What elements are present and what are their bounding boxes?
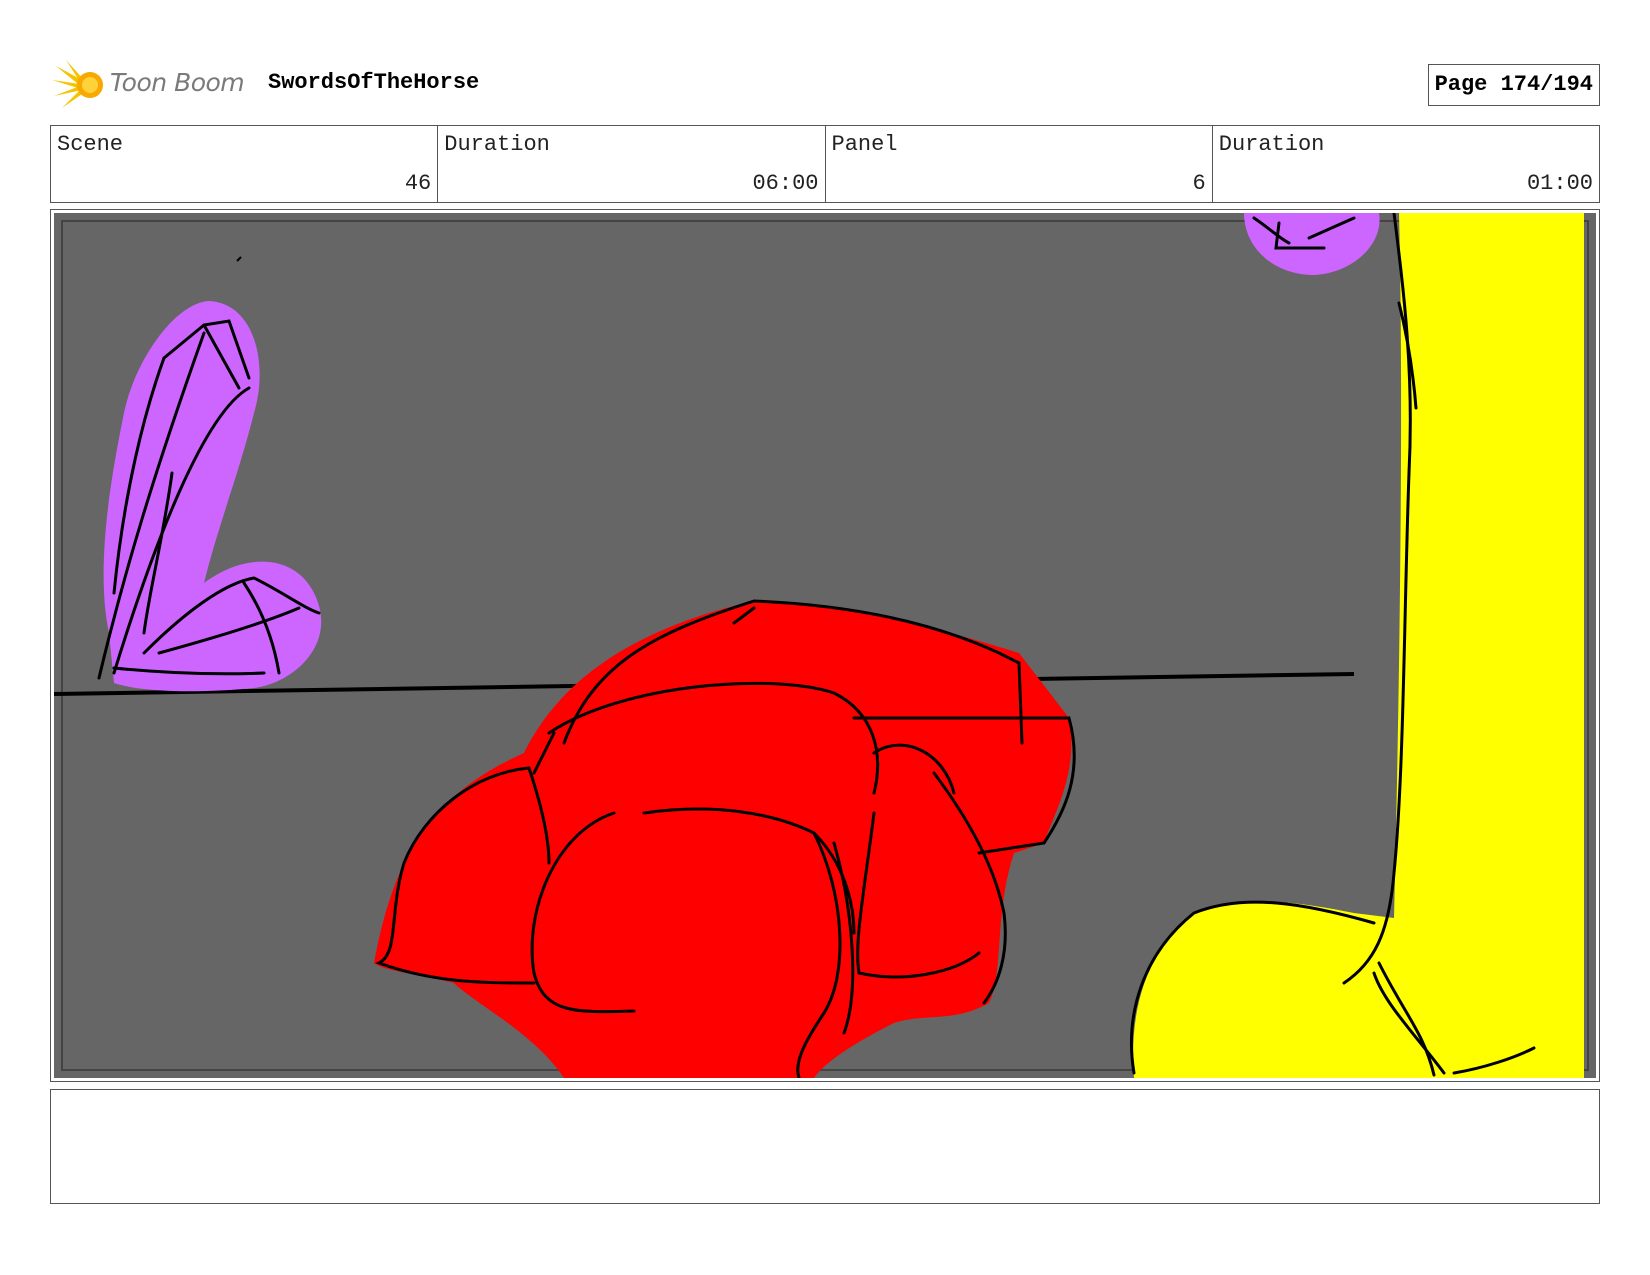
panel-drawing (54, 213, 1596, 1078)
panel-info-table: Scene 46 Duration 06:00 Panel 6 Duration… (50, 125, 1600, 203)
starburst-icon (52, 60, 103, 108)
panel-cell: Panel 6 (826, 126, 1213, 202)
page-indicator: Page 174/194 (1427, 64, 1600, 106)
panel-notes-box (50, 1089, 1600, 1204)
scene-value: 46 (404, 171, 432, 196)
scene-duration-label: Duration (444, 132, 550, 157)
toon-boom-logo: Toon Boom (52, 58, 252, 110)
project-title: SwordsOfTheHorse (268, 70, 480, 95)
scene-cell: Scene 46 (51, 126, 439, 202)
panel-duration-value: 01:00 (1526, 171, 1593, 196)
panel-duration-cell: Duration 01:00 (1213, 126, 1599, 202)
scene-duration-value: 06:00 (752, 171, 819, 196)
storyboard-panel (50, 209, 1600, 1082)
scene-label: Scene (57, 132, 124, 157)
logo-wordmark: Toon Boom (110, 68, 245, 97)
panel-value: 6 (1192, 171, 1206, 196)
panel-duration-label: Duration (1218, 132, 1325, 157)
scene-duration-cell: Duration 06:00 (438, 126, 826, 202)
page-header: Toon Boom SwordsOfTheHorse Page 174/194 (50, 56, 1600, 112)
panel-label: Panel (831, 132, 898, 157)
